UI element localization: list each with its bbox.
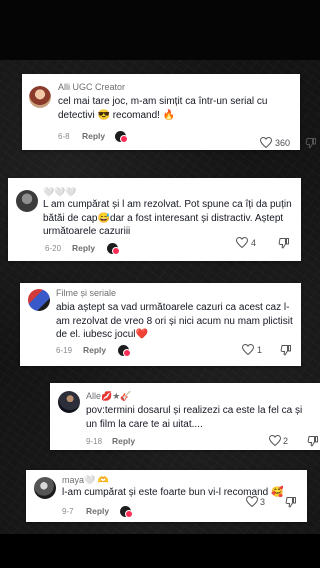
comment-text: pov:termini dosarul și realizezi ca este… bbox=[86, 405, 303, 430]
comment-username[interactable]: 🤍🤍🤍 bbox=[43, 187, 77, 198]
heart-icon[interactable] bbox=[260, 137, 272, 148]
reply-button[interactable]: Reply bbox=[86, 506, 109, 516]
creator-liked-avatar bbox=[107, 243, 120, 255]
dislike-icon[interactable] bbox=[278, 237, 290, 249]
like-count: 4 bbox=[251, 238, 257, 248]
bottom-bar bbox=[0, 534, 320, 568]
comment-card: Alle💋★🎸 pov:termini dosarul și realizezi… bbox=[50, 383, 320, 450]
comment-card: 🤍🤍🤍 L am cumpărat și l am rezolvat. Pot … bbox=[8, 178, 301, 261]
heart-icon[interactable] bbox=[269, 435, 281, 446]
like-count: 1 bbox=[257, 345, 263, 355]
comment-date: 6-19 bbox=[56, 346, 73, 355]
avatar[interactable] bbox=[16, 190, 38, 212]
dislike-icon[interactable] bbox=[305, 137, 317, 149]
comment-card: Filme și seriale abia aștept sa vad urmă… bbox=[20, 283, 301, 366]
comment-date: 9-18 bbox=[86, 437, 103, 446]
dislike-icon[interactable] bbox=[285, 496, 297, 508]
heart-icon[interactable] bbox=[236, 237, 248, 248]
like-count: 3 bbox=[260, 497, 266, 507]
heart-icon[interactable] bbox=[242, 344, 254, 355]
comment-date: 6-20 bbox=[45, 244, 62, 253]
comment-date: 9-7 bbox=[62, 507, 74, 516]
comment-username[interactable]: Alli UGC Creator bbox=[58, 82, 125, 92]
comment-text: l-am cumpărat și este foarte bun vi-l re… bbox=[62, 487, 284, 498]
comment-username[interactable]: maya🤍 🫶 bbox=[62, 475, 109, 486]
comment-date: 6-8 bbox=[58, 132, 70, 141]
comment-text: abia aștept sa vad următoarele cazuri ca… bbox=[56, 302, 293, 340]
reply-button[interactable]: Reply bbox=[112, 436, 135, 446]
reply-button[interactable]: Reply bbox=[72, 243, 95, 253]
comment-text: cel mai tare joc, m-am simțit ca într-un… bbox=[58, 96, 268, 121]
creator-liked-avatar bbox=[115, 131, 128, 143]
creator-liked-avatar bbox=[120, 506, 133, 518]
dislike-icon[interactable] bbox=[280, 344, 292, 356]
comment-card: maya🤍 🫶 l-am cumpărat și este foarte bun… bbox=[26, 470, 307, 522]
dislike-icon[interactable] bbox=[307, 435, 319, 447]
heart-icon[interactable] bbox=[246, 496, 258, 507]
comment-card: Alli UGC Creator cel mai tare joc, m-am … bbox=[22, 74, 316, 150]
reply-button[interactable]: Reply bbox=[83, 345, 106, 355]
avatar[interactable] bbox=[28, 289, 50, 311]
avatar[interactable] bbox=[29, 86, 51, 108]
comment-text: L am cumpărat și l am rezolvat. Pot spun… bbox=[43, 199, 292, 237]
avatar[interactable] bbox=[58, 391, 80, 413]
comment-username[interactable]: Filme și seriale bbox=[56, 288, 116, 298]
like-count: 360 bbox=[275, 138, 291, 148]
like-count: 2 bbox=[283, 436, 289, 446]
comment-username[interactable]: Alle💋★🎸 bbox=[86, 391, 132, 402]
avatar[interactable] bbox=[34, 477, 56, 499]
creator-liked-avatar bbox=[118, 345, 131, 357]
top-bar bbox=[0, 0, 320, 60]
reply-button[interactable]: Reply bbox=[82, 131, 105, 141]
